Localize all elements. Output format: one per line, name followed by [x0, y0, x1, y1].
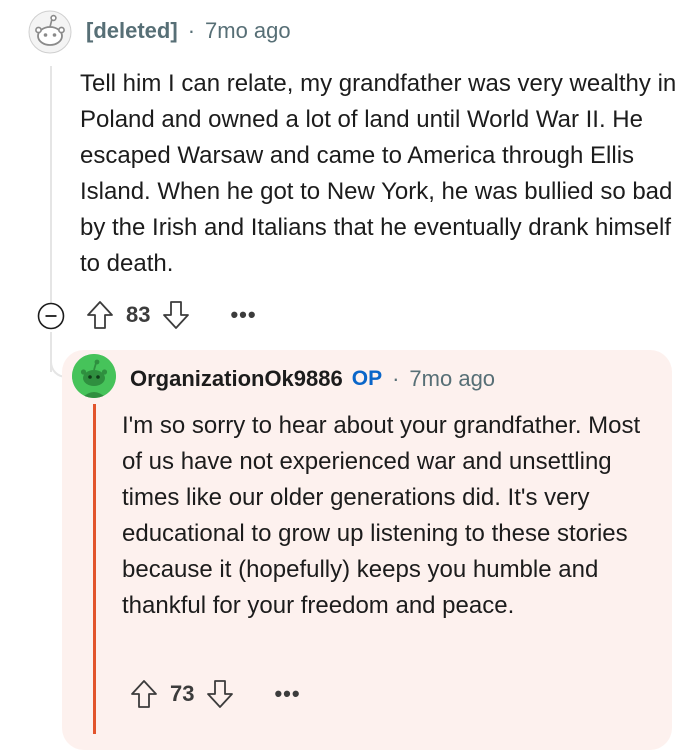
- op-highlight-rail: [93, 404, 96, 734]
- vote-count: 83: [126, 302, 151, 327]
- upvote-arrow-icon: [131, 680, 157, 708]
- comment-actions: 83 •••: [86, 300, 257, 330]
- avatar-deleted[interactable]: [28, 10, 72, 54]
- downvote-button[interactable]: [162, 300, 190, 330]
- minus-circle-icon: [37, 302, 65, 330]
- avatar-op[interactable]: [72, 354, 116, 398]
- reply-author[interactable]: OrganizationOk9886: [130, 366, 343, 392]
- meta-separator: ·: [187, 18, 196, 43]
- comment-body: Tell him I can relate, my grandfather wa…: [80, 70, 677, 277]
- meta-separator: ·: [392, 366, 400, 391]
- more-options-button[interactable]: •••: [230, 302, 256, 328]
- upvote-arrow-icon: [87, 301, 113, 329]
- upvote-button[interactable]: [86, 300, 114, 330]
- thread-line: [50, 66, 52, 306]
- reply-body: I'm so sorry to hear about your grandfat…: [122, 412, 641, 619]
- comment-timestamp[interactable]: 7mo ago: [205, 18, 291, 44]
- more-options-button[interactable]: •••: [274, 681, 300, 707]
- comment-meta: [deleted] · 7mo ago: [86, 18, 291, 44]
- reply-timestamp[interactable]: 7mo ago: [409, 366, 495, 392]
- vote-count: 73: [170, 681, 195, 706]
- reply-meta: OrganizationOk9886 OP · 7mo ago: [130, 366, 495, 392]
- snoo-outline-icon: [28, 10, 72, 54]
- downvote-arrow-icon: [207, 680, 234, 708]
- snoo-avatar-icon: [72, 354, 116, 398]
- downvote-button[interactable]: [206, 679, 234, 709]
- downvote-arrow-icon: [163, 301, 190, 329]
- upvote-button[interactable]: [130, 679, 158, 709]
- collapse-button[interactable]: [37, 302, 65, 330]
- op-badge: OP: [351, 367, 383, 390]
- comment-author[interactable]: [deleted]: [86, 18, 178, 44]
- reply-actions: 73 •••: [130, 679, 301, 709]
